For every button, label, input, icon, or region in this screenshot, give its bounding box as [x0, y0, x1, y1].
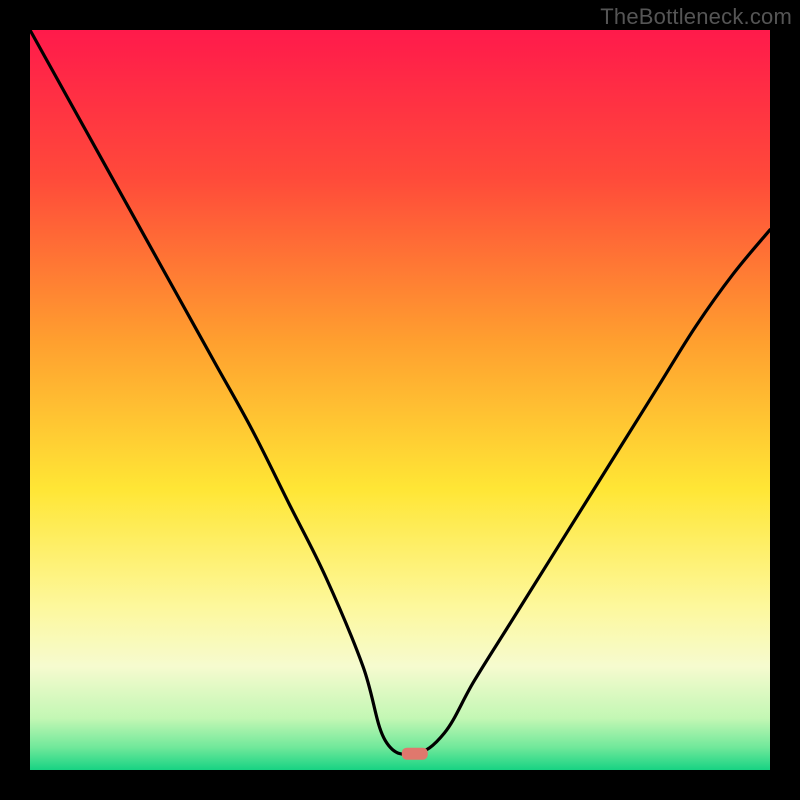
- minimum-marker: [402, 748, 428, 760]
- chart-frame: TheBottleneck.com: [0, 0, 800, 800]
- plot-background: [30, 30, 770, 770]
- bottleneck-chart: [0, 0, 800, 800]
- watermark-text: TheBottleneck.com: [600, 4, 792, 30]
